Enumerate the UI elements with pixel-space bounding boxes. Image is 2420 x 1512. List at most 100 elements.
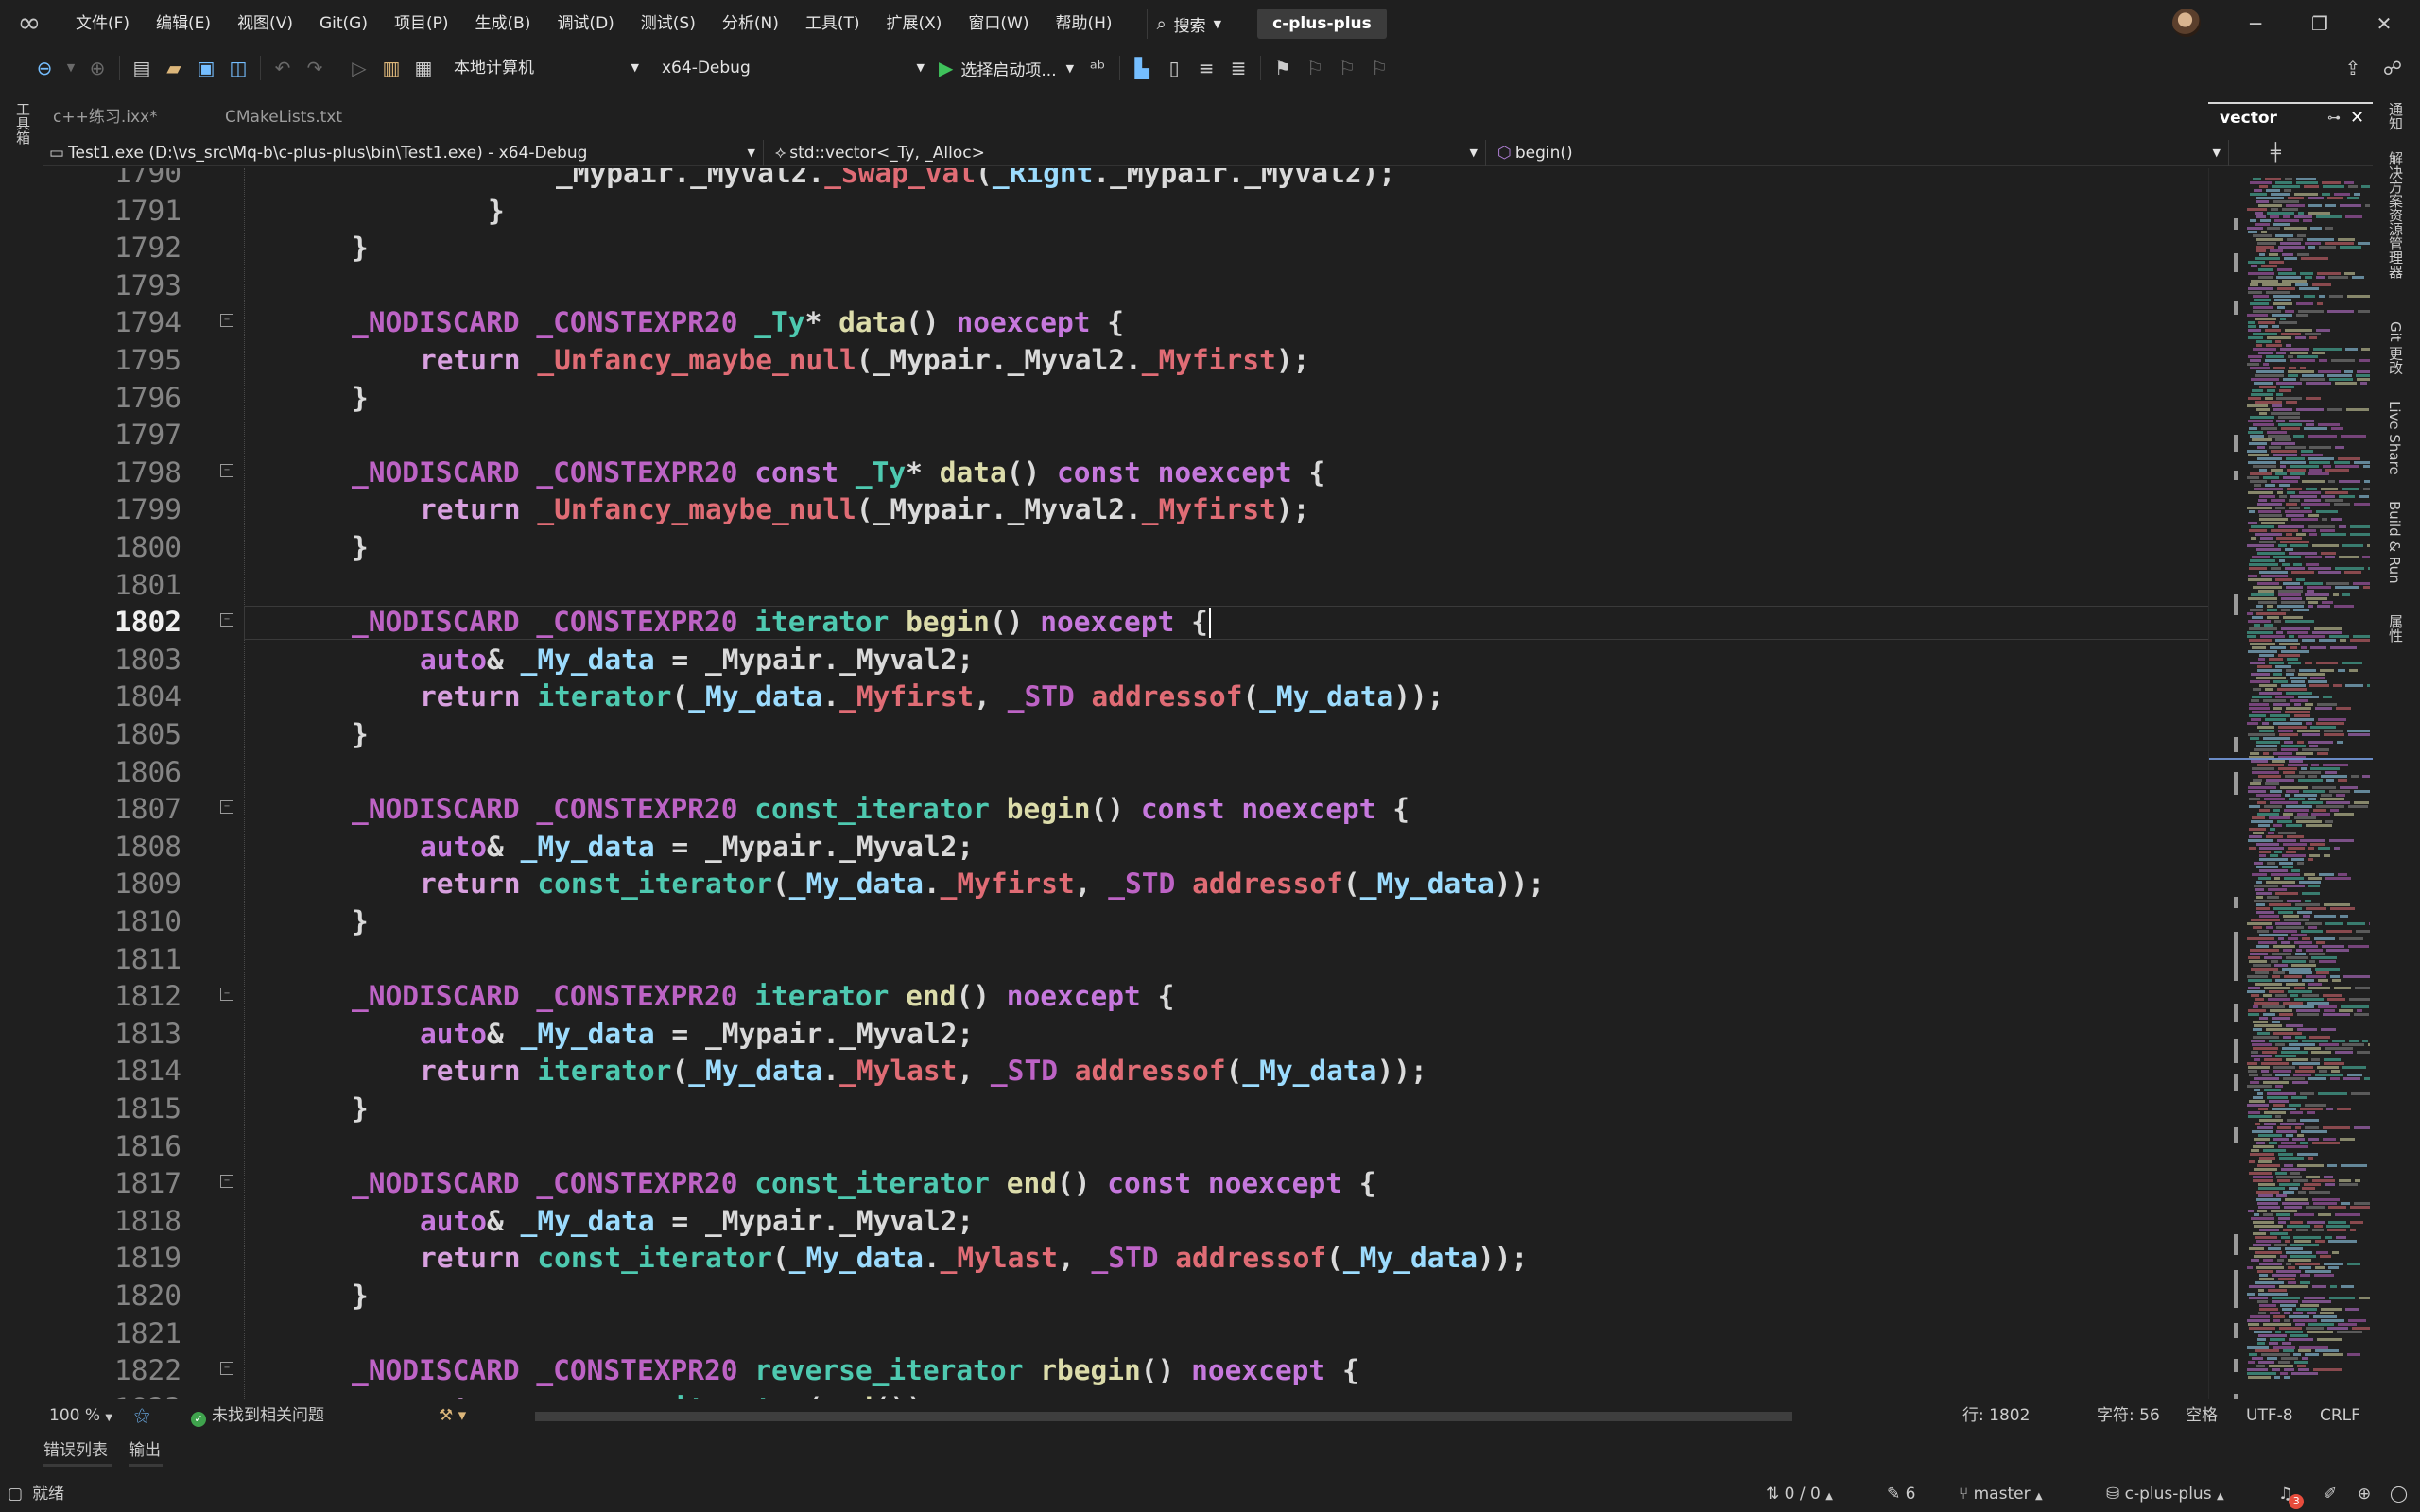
- menu-item[interactable]: 调试(D): [544, 0, 627, 47]
- menu-item[interactable]: 编辑(E): [143, 0, 224, 47]
- code-line[interactable]: 1794− _NODISCARD _CONSTEXPR20 _Ty* data()…: [43, 304, 2208, 342]
- comment-lines-icon[interactable]: ≡: [1190, 54, 1222, 82]
- save-icon[interactable]: ▣: [190, 54, 222, 82]
- account-avatar[interactable]: [2172, 9, 2201, 37]
- live-share-tab[interactable]: Live Share: [2386, 401, 2403, 475]
- menu-item[interactable]: 扩展(X): [873, 0, 956, 47]
- tab-output[interactable]: 输出: [129, 1438, 163, 1467]
- menu-item[interactable]: Git(G): [306, 0, 381, 47]
- code-line[interactable]: 1815}: [43, 1091, 2208, 1128]
- line-ending-indicator[interactable]: CRLF: [2320, 1402, 2360, 1429]
- member-select[interactable]: ⬡ begin() ▼: [1492, 140, 2229, 166]
- code-line[interactable]: 1811: [43, 941, 2208, 979]
- code-line[interactable]: 1803 auto& _My_data = _Mypair._Myval2;: [43, 642, 2208, 679]
- horizontal-scrollbar[interactable]: [535, 1412, 1792, 1421]
- notifications-indicator[interactable]: ♫3: [2278, 1476, 2305, 1512]
- code-line[interactable]: 1806: [43, 754, 2208, 792]
- restore-button[interactable]: ❐: [2293, 0, 2346, 47]
- code-line[interactable]: 1814 return iterator(_My_data._Mylast, _S…: [43, 1053, 2208, 1091]
- minimap-viewport[interactable]: [2209, 758, 2373, 760]
- whitespace-indicator[interactable]: 空格: [2186, 1402, 2218, 1429]
- fold-toggle-icon[interactable]: −: [220, 1175, 233, 1189]
- window-layout-icon[interactable]: ▦: [407, 54, 440, 82]
- menu-item[interactable]: 生成(B): [462, 0, 544, 47]
- properties-tab[interactable]: 属性: [2386, 614, 2406, 643]
- scope-select[interactable]: ⟡ std::vector<_Ty, _Alloc> ▼: [769, 140, 1486, 166]
- chevron-down-icon[interactable]: ▼: [60, 54, 81, 82]
- code-line[interactable]: 1823return reverse_iterator(end());: [43, 1390, 2208, 1399]
- code-line[interactable]: 1793: [43, 267, 2208, 305]
- code-line[interactable]: 1819 return const_iterator(_My_data._Myla…: [43, 1240, 2208, 1278]
- code-line[interactable]: 1809 return const_iterator(_My_data._Myfi…: [43, 866, 2208, 903]
- code-line[interactable]: 1790 _Mypair._Myval2._Swap_val(_Right._My…: [43, 168, 2208, 193]
- code-line[interactable]: 1802− _NODISCARD _CONSTEXPR20 iterator be…: [43, 604, 2208, 642]
- code-line[interactable]: 1800}: [43, 529, 2208, 567]
- code-line[interactable]: 1792}: [43, 230, 2208, 267]
- code-line[interactable]: 1816: [43, 1128, 2208, 1166]
- notifications-tab[interactable]: 通知: [2386, 102, 2406, 130]
- brush-icon[interactable]: ✐: [2324, 1476, 2337, 1512]
- close-tab-icon[interactable]: ✕: [2350, 104, 2364, 132]
- code-line[interactable]: 1808 auto& _My_data = _Mypair._Myval2;: [43, 829, 2208, 867]
- issues-indicator[interactable]: ✓ 未找到相关问题: [191, 1402, 324, 1429]
- intellicode-icon[interactable]: ⚝: [134, 1402, 150, 1429]
- build-run-tab[interactable]: Build & Run: [2386, 501, 2403, 584]
- next-bookmark-icon[interactable]: ⚐: [1331, 54, 1363, 82]
- code-line[interactable]: 1796}: [43, 380, 2208, 418]
- tab-error-list[interactable]: 错误列表: [43, 1438, 112, 1467]
- code-line[interactable]: 1805}: [43, 716, 2208, 754]
- open-folder-icon[interactable]: ▥: [375, 54, 407, 82]
- menu-item[interactable]: 项目(P): [381, 0, 462, 47]
- redo-icon[interactable]: ↷: [299, 54, 331, 82]
- start-debugging-button[interactable]: ▶ 选择启动项... ▼: [931, 57, 1081, 80]
- repository-indicator[interactable]: ⛁ c-plus-plus ▲: [2106, 1476, 2224, 1512]
- pending-changes-indicator[interactable]: ✎ 6: [1887, 1476, 1915, 1512]
- share-icon[interactable]: ⇪: [2337, 54, 2369, 82]
- code-line[interactable]: 1822− _NODISCARD _CONSTEXPR20 reverse_ite…: [43, 1352, 2208, 1390]
- encoding-indicator[interactable]: UTF-8: [2246, 1402, 2293, 1429]
- code-line[interactable]: 1821: [43, 1315, 2208, 1353]
- solution-name-badge[interactable]: c-plus-plus: [1257, 9, 1387, 39]
- code-line[interactable]: 1807− _NODISCARD _CONSTEXPR20 const_itera…: [43, 791, 2208, 829]
- minimize-button[interactable]: ─: [2229, 0, 2282, 47]
- menu-item[interactable]: 视图(V): [224, 0, 306, 47]
- target-machine-select[interactable]: 本地计算机 ▼: [445, 54, 646, 82]
- search-button[interactable]: ⌕ 搜索 ▼: [1146, 9, 1232, 39]
- navigate-forward-icon[interactable]: ⊕: [81, 54, 113, 82]
- code-cleanup-icon[interactable]: ⚒ ▾: [439, 1402, 466, 1429]
- branch-indicator[interactable]: ⑂ master ▲: [1959, 1476, 2043, 1512]
- save-all-icon[interactable]: ◫: [222, 54, 254, 82]
- fold-toggle-icon[interactable]: −: [220, 1362, 233, 1376]
- menu-item[interactable]: 帮助(H): [1043, 0, 1126, 47]
- pin-icon[interactable]: ⊶: [2327, 104, 2341, 132]
- code-line[interactable]: 1797: [43, 417, 2208, 455]
- feedback-circle-icon[interactable]: ◯: [2390, 1476, 2408, 1512]
- code-line[interactable]: 1801: [43, 567, 2208, 605]
- tab-cpp-exercise[interactable]: c++练习.ixx*: [43, 102, 216, 132]
- menu-item[interactable]: 工具(T): [792, 0, 873, 47]
- menu-item[interactable]: 文件(F): [62, 0, 143, 47]
- bookmark-icon[interactable]: ⚑: [1267, 54, 1299, 82]
- code-line[interactable]: 1810}: [43, 903, 2208, 941]
- sync-indicator[interactable]: ⇅ 0 / 0 ▲: [1766, 1476, 1833, 1512]
- git-changes-tab[interactable]: Git 更改: [2386, 321, 2406, 374]
- code-line[interactable]: 1818 auto& _My_data = _Mypair._Myval2;: [43, 1203, 2208, 1241]
- tab-cmakelists[interactable]: CMakeLists.txt: [216, 102, 405, 132]
- column-indicator[interactable]: 字符: 56: [2097, 1402, 2160, 1429]
- download-icon[interactable]: ⊕: [2358, 1476, 2371, 1512]
- navigate-back-icon[interactable]: ⊖: [28, 54, 60, 82]
- configuration-select[interactable]: x64-Debug ▼: [653, 54, 931, 82]
- code-line[interactable]: 1820}: [43, 1278, 2208, 1315]
- fold-toggle-icon[interactable]: −: [220, 613, 233, 627]
- bookmark-window-icon[interactable]: ▙: [1126, 54, 1158, 82]
- menu-item[interactable]: 测试(S): [628, 0, 709, 47]
- uncomment-lines-icon[interactable]: ≣: [1222, 54, 1254, 82]
- tab-vector[interactable]: vector ⊶ ✕: [2208, 102, 2373, 132]
- project-select[interactable]: ▭ Test1.exe (D:\vs_src\Mq-b\c-plus-plus\b…: [43, 140, 764, 166]
- file-compare-icon[interactable]: ▯: [1158, 54, 1190, 82]
- code-line[interactable]: 1813 auto& _My_data = _Mypair._Myval2;: [43, 1016, 2208, 1054]
- run-without-debug-icon[interactable]: ▷: [343, 54, 375, 82]
- solution-explorer-tab[interactable]: 解决方案资源管理器: [2386, 151, 2406, 279]
- zoom-select[interactable]: 100 % ▼: [49, 1402, 112, 1432]
- code-editor[interactable]: 1790 _Mypair._Myval2._Swap_val(_Right._My…: [43, 168, 2208, 1399]
